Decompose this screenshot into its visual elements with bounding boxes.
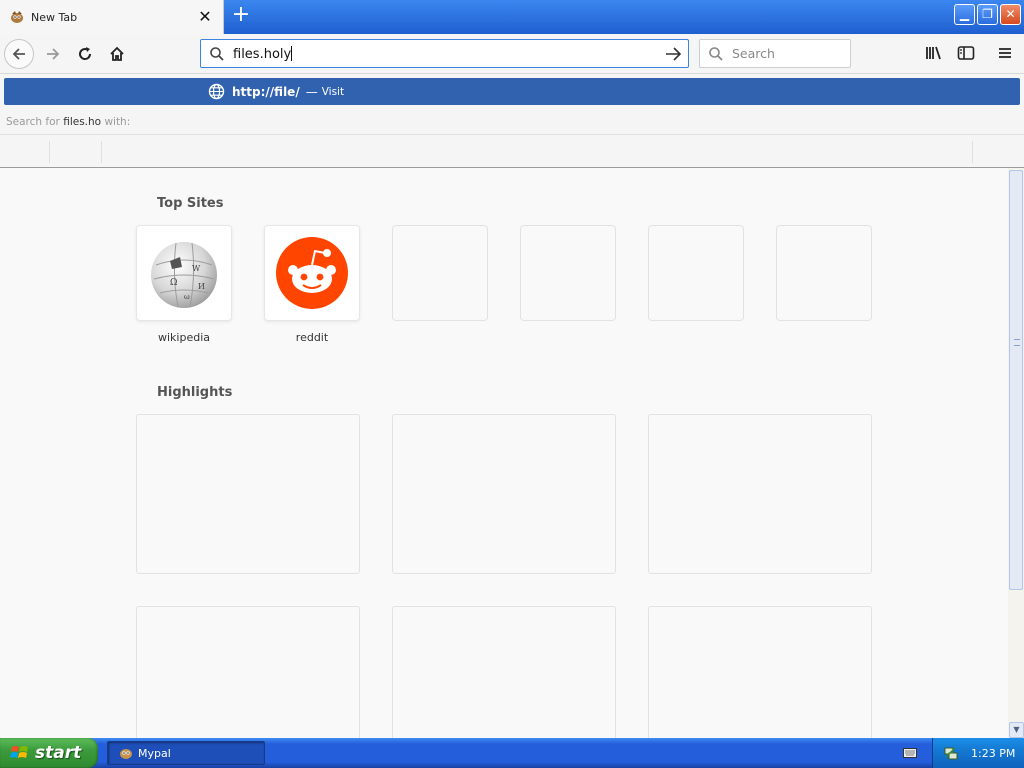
mypal-icon — [118, 745, 134, 761]
suggestion-separator: — — [305, 84, 318, 99]
top-site-tile-empty[interactable] — [776, 225, 872, 321]
svg-text:ω: ω — [184, 293, 190, 301]
new-tab-page: Top Sites Ω W И ω wikipedia reddit Highl… — [0, 168, 1008, 738]
vertical-scrollbar[interactable]: ▼ — [1008, 168, 1024, 738]
start-button[interactable]: start — [0, 738, 98, 768]
search-placeholder: Search — [732, 46, 775, 61]
wikipedia-globe-icon: Ω W И ω — [151, 242, 217, 308]
svg-text:W: W — [192, 264, 201, 273]
suggestion-url-prefix: http:// — [232, 84, 275, 99]
start-label: start — [35, 743, 82, 763]
url-bar[interactable]: files.holy — [200, 39, 689, 68]
globe-icon — [208, 83, 225, 100]
sidebar-button[interactable] — [952, 39, 980, 67]
window-controls: ▁ ❐ ✕ — [954, 4, 1021, 25]
highlight-card[interactable] — [136, 414, 360, 574]
reload-icon — [79, 47, 92, 60]
reload-button[interactable] — [70, 39, 100, 69]
sidebar-icon — [957, 46, 975, 60]
engine-separator — [49, 141, 50, 163]
highlight-card[interactable] — [648, 414, 872, 574]
menu-button[interactable] — [991, 39, 1019, 67]
highlights-title: Highlights — [157, 385, 233, 400]
url-input-value[interactable]: files.holy — [233, 47, 291, 62]
minimize-button[interactable]: ▁ — [954, 4, 975, 25]
highlight-card[interactable] — [392, 606, 616, 738]
search-for-suffix: with: — [104, 116, 131, 128]
system-tray: 1:23 PM — [932, 738, 1024, 768]
highlight-card[interactable] — [392, 414, 616, 574]
autocomplete-suggestion[interactable]: http://file/ — Visit — [4, 78, 1020, 105]
restore-button[interactable]: ❐ — [977, 4, 998, 25]
tab-title: New Tab — [31, 10, 78, 24]
home-button[interactable] — [102, 39, 132, 69]
home-icon — [110, 46, 124, 61]
navigation-toolbar: files.holy Search — [0, 34, 1024, 74]
top-site-tile-empty[interactable] — [648, 225, 744, 321]
scrollbar-grip — [1014, 339, 1020, 346]
hamburger-menu-icon — [999, 48, 1011, 58]
title-bar: New Tab ✕ + ▁ ❐ ✕ — [0, 0, 1024, 34]
back-button[interactable] — [4, 39, 34, 69]
search-icon — [210, 46, 224, 61]
taskbar-item-mypal[interactable]: Mypal — [107, 741, 265, 765]
top-site-tile-reddit[interactable] — [264, 225, 360, 321]
text-caret — [291, 45, 293, 61]
reddit-alien-icon — [276, 237, 348, 309]
highlight-card[interactable] — [648, 606, 872, 738]
library-icon — [926, 46, 941, 60]
top-site-tile-empty[interactable] — [520, 225, 616, 321]
top-site-label[interactable]: reddit — [264, 331, 360, 344]
svg-text:И: И — [198, 282, 205, 291]
search-for-prefix: Search for — [6, 116, 60, 128]
go-arrow-icon[interactable] — [665, 46, 682, 62]
highlight-card[interactable] — [136, 606, 360, 738]
close-tab-icon[interactable]: ✕ — [197, 9, 213, 25]
top-site-tile-wikipedia[interactable]: Ω W И ω — [136, 225, 232, 321]
top-site-label[interactable]: wikipedia — [136, 331, 232, 344]
engine-separator — [972, 141, 973, 163]
scrollbar-thumb[interactable] — [1009, 170, 1023, 590]
autocomplete-popup: http://file/ — Visit Search for files.ho… — [0, 74, 1024, 168]
library-button[interactable] — [920, 39, 948, 67]
suggestion-url-match: file — [274, 84, 296, 99]
scroll-down-button[interactable]: ▼ — [1009, 722, 1024, 738]
taskbar-item-label: Mypal — [138, 746, 171, 760]
suggestion-action: Visit — [321, 85, 345, 98]
top-site-tile-empty[interactable] — [392, 225, 488, 321]
search-engine-row — [0, 134, 1024, 167]
forward-arrow-icon — [47, 48, 60, 60]
search-for-label: Search for files.ho with: — [6, 116, 130, 128]
clock: 1:23 PM — [971, 746, 1016, 760]
new-tab-button[interactable]: + — [229, 4, 253, 27]
svg-text:Ω: Ω — [170, 278, 177, 288]
tab-new-tab[interactable]: New Tab ✕ — [0, 0, 224, 34]
suggestion-url: http://file/ — [232, 85, 300, 99]
mypal-icon — [9, 9, 25, 25]
keyboard-icon[interactable] — [903, 747, 917, 759]
close-window-button[interactable]: ✕ — [1000, 4, 1021, 25]
back-arrow-icon — [12, 48, 25, 60]
taskbar: start Mypal 1:23 PM — [0, 738, 1024, 768]
engine-separator — [101, 141, 102, 163]
search-for-query: files.ho — [63, 116, 102, 128]
windows-flag-icon — [10, 746, 28, 758]
forward-button[interactable] — [38, 39, 68, 69]
network-icon[interactable] — [943, 745, 959, 761]
top-sites-title: Top Sites — [157, 196, 224, 211]
search-icon — [709, 46, 723, 61]
suggestion-url-suffix: / — [295, 84, 300, 99]
search-bar[interactable]: Search — [699, 39, 851, 68]
